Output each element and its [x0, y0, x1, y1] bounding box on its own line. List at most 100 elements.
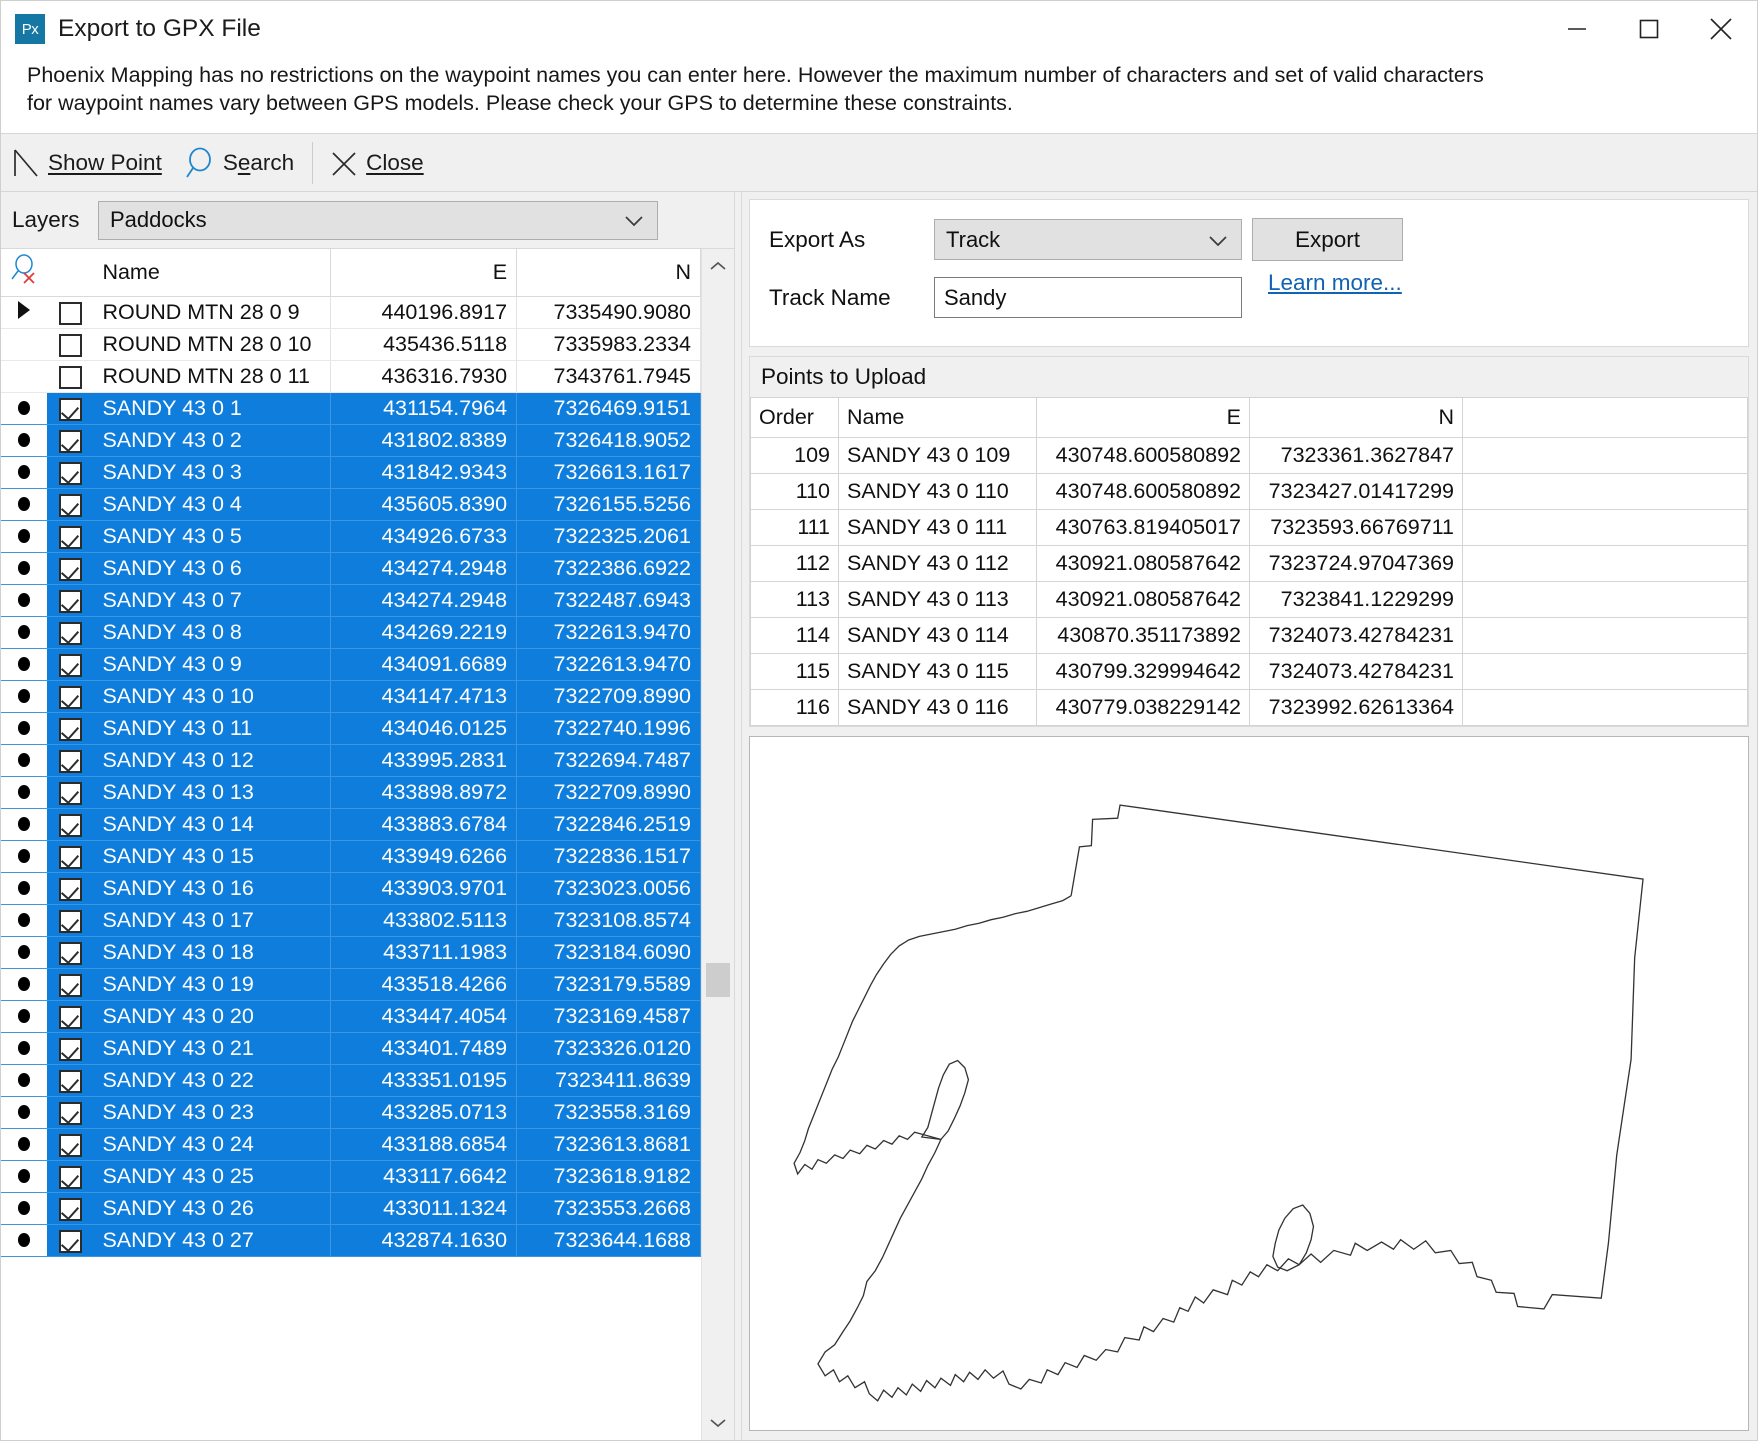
points-table-row[interactable]: 116 SANDY 43 0 116 430779.038229142 7323992… [750, 689, 1748, 727]
points-table-row[interactable]: 114 SANDY 43 0 114 430870.351173892 7324073… [750, 617, 1748, 655]
row-name-cell[interactable]: ROUND MTN 28 0 9 [93, 296, 332, 329]
row-name-cell[interactable]: SANDY 43 0 17 [93, 904, 332, 937]
row-checkbox-cell[interactable] [47, 1192, 94, 1225]
table-row[interactable]: SANDY 43 0 20 433447.4054 7323169.4587 [1, 1000, 701, 1033]
row-e-cell[interactable]: 433011.1324 [330, 1192, 518, 1225]
row-n-cell[interactable]: 7323558.3169 [516, 1096, 701, 1129]
export-as-dropdown[interactable]: Track [934, 219, 1242, 261]
points-table-row[interactable]: 110 SANDY 43 0 110 430748.600580892 7323427… [750, 473, 1748, 511]
row-indicator-cell[interactable] [1, 712, 48, 745]
row-e-cell[interactable]: 433117.6642 [330, 1160, 518, 1193]
points-table-row[interactable]: 113 SANDY 43 0 113 430921.080587642 7323841… [750, 581, 1748, 619]
table-row[interactable]: SANDY 43 0 14 433883.6784 7322846.2519 [1, 808, 701, 841]
table-row[interactable]: SANDY 43 0 18 433711.1983 7323184.6090 [1, 936, 701, 969]
row-name-cell[interactable]: SANDY 43 0 5 [93, 520, 332, 553]
row-name-cell[interactable]: SANDY 43 0 27 [93, 1224, 332, 1257]
table-row[interactable]: SANDY 43 0 1 431154.7964 7326469.9151 [1, 392, 701, 425]
table-row[interactable]: SANDY 43 0 22 433351.0195 7323411.8639 [1, 1064, 701, 1097]
point-name-cell[interactable]: SANDY 43 0 114 [838, 617, 1037, 655]
row-indicator-cell[interactable] [1, 1000, 48, 1033]
table-row[interactable]: SANDY 43 0 8 434269.2219 7322613.9470 [1, 616, 701, 649]
row-n-cell[interactable]: 7323179.5589 [516, 968, 701, 1001]
row-indicator-cell[interactable] [1, 1032, 48, 1065]
row-checkbox[interactable] [58, 429, 82, 453]
point-name-cell[interactable]: SANDY 43 0 116 [838, 689, 1037, 727]
row-name-cell[interactable]: SANDY 43 0 8 [93, 616, 332, 649]
table-row[interactable]: SANDY 43 0 26 433011.1324 7323553.2668 [1, 1192, 701, 1225]
row-checkbox-cell[interactable] [47, 872, 94, 905]
row-e-cell[interactable]: 434046.0125 [330, 712, 518, 745]
point-n-cell[interactable]: 7323361.3627847 [1249, 437, 1463, 475]
row-checkbox[interactable] [58, 909, 82, 933]
point-order-cell[interactable]: 109 [750, 437, 839, 475]
row-n-cell[interactable]: 7335983.2334 [516, 328, 701, 361]
row-indicator-cell[interactable] [1, 424, 48, 457]
row-checkbox[interactable] [58, 1101, 82, 1125]
row-n-cell[interactable]: 7322694.7487 [516, 744, 701, 777]
row-checkbox[interactable] [58, 525, 82, 549]
row-checkbox-cell[interactable] [47, 424, 94, 457]
row-checkbox[interactable] [58, 941, 82, 965]
row-n-cell[interactable]: 7323613.8681 [516, 1128, 701, 1161]
row-indicator-cell[interactable] [1, 808, 48, 841]
table-row[interactable]: SANDY 43 0 27 432874.1630 7323644.1688 [1, 1224, 701, 1257]
row-e-cell[interactable]: 433351.0195 [330, 1064, 518, 1097]
row-checkbox-cell[interactable] [47, 1064, 94, 1097]
row-n-cell[interactable]: 7323326.0120 [516, 1032, 701, 1065]
table-row[interactable]: SANDY 43 0 21 433401.7489 7323326.0120 [1, 1032, 701, 1065]
row-checkbox[interactable] [58, 333, 82, 357]
row-name-cell[interactable]: SANDY 43 0 24 [93, 1128, 332, 1161]
row-checkbox[interactable] [58, 365, 82, 389]
point-e-cell[interactable]: 430779.038229142 [1036, 689, 1250, 727]
row-checkbox-cell[interactable] [47, 520, 94, 553]
point-n-cell[interactable]: 7324073.42784231 [1249, 617, 1463, 655]
row-indicator-cell[interactable] [1, 392, 48, 425]
table-row[interactable]: SANDY 43 0 9 434091.6689 7322613.9470 [1, 648, 701, 681]
row-indicator-cell[interactable] [1, 456, 48, 489]
row-n-cell[interactable]: 7322487.6943 [516, 584, 701, 617]
row-indicator-cell[interactable] [1, 936, 48, 969]
table-row[interactable]: SANDY 43 0 13 433898.8972 7322709.8990 [1, 776, 701, 809]
table-row[interactable]: SANDY 43 0 19 433518.4266 7323179.5589 [1, 968, 701, 1001]
row-indicator-cell[interactable] [1, 1128, 48, 1161]
row-name-cell[interactable]: ROUND MTN 28 0 10 [93, 328, 332, 361]
row-indicator-cell[interactable] [1, 872, 48, 905]
row-e-cell[interactable]: 433903.9701 [330, 872, 518, 905]
row-name-cell[interactable]: SANDY 43 0 6 [93, 552, 332, 585]
row-checkbox[interactable] [58, 301, 82, 325]
row-checkbox-cell[interactable] [47, 552, 94, 585]
row-checkbox-cell[interactable] [47, 968, 94, 1001]
row-checkbox-cell[interactable] [47, 776, 94, 809]
row-n-cell[interactable]: 7323411.8639 [516, 1064, 701, 1097]
row-n-cell[interactable]: 7323644.1688 [516, 1224, 701, 1257]
points-header-n[interactable]: N [1249, 397, 1463, 439]
row-e-cell[interactable]: 433518.4266 [330, 968, 518, 1001]
header-e[interactable]: E [330, 249, 518, 297]
row-checkbox[interactable] [58, 1197, 82, 1221]
maximize-button[interactable] [1613, 1, 1685, 57]
scroll-down-button[interactable] [702, 1406, 734, 1440]
table-row[interactable]: ROUND MTN 28 0 11 436316.7930 7343761.7945 [1, 360, 701, 393]
scroll-up-button[interactable] [702, 249, 734, 283]
row-checkbox-cell[interactable] [47, 1160, 94, 1193]
export-button[interactable]: Export [1252, 218, 1403, 262]
row-indicator-cell[interactable] [1, 360, 48, 393]
points-table-row[interactable]: 109 SANDY 43 0 109 430748.600580892 7323361… [750, 437, 1748, 475]
close-window-button[interactable] [1685, 1, 1757, 57]
row-e-cell[interactable]: 433711.1983 [330, 936, 518, 969]
table-row[interactable]: SANDY 43 0 10 434147.4713 7322709.8990 [1, 680, 701, 713]
table-row[interactable]: SANDY 43 0 11 434046.0125 7322740.1996 [1, 712, 701, 745]
row-name-cell[interactable]: SANDY 43 0 12 [93, 744, 332, 777]
row-e-cell[interactable]: 431154.7964 [330, 392, 518, 425]
row-checkbox[interactable] [58, 685, 82, 709]
point-order-cell[interactable]: 112 [750, 545, 839, 583]
row-name-cell[interactable]: SANDY 43 0 10 [93, 680, 332, 713]
row-e-cell[interactable]: 433401.7489 [330, 1032, 518, 1065]
point-name-cell[interactable]: SANDY 43 0 112 [838, 545, 1037, 583]
row-checkbox-cell[interactable] [47, 1000, 94, 1033]
scrollbar-thumb[interactable] [706, 963, 730, 998]
row-checkbox-cell[interactable] [47, 1032, 94, 1065]
search-button[interactable]: Search [174, 134, 306, 191]
row-checkbox-cell[interactable] [47, 680, 94, 713]
row-checkbox[interactable] [58, 973, 82, 997]
